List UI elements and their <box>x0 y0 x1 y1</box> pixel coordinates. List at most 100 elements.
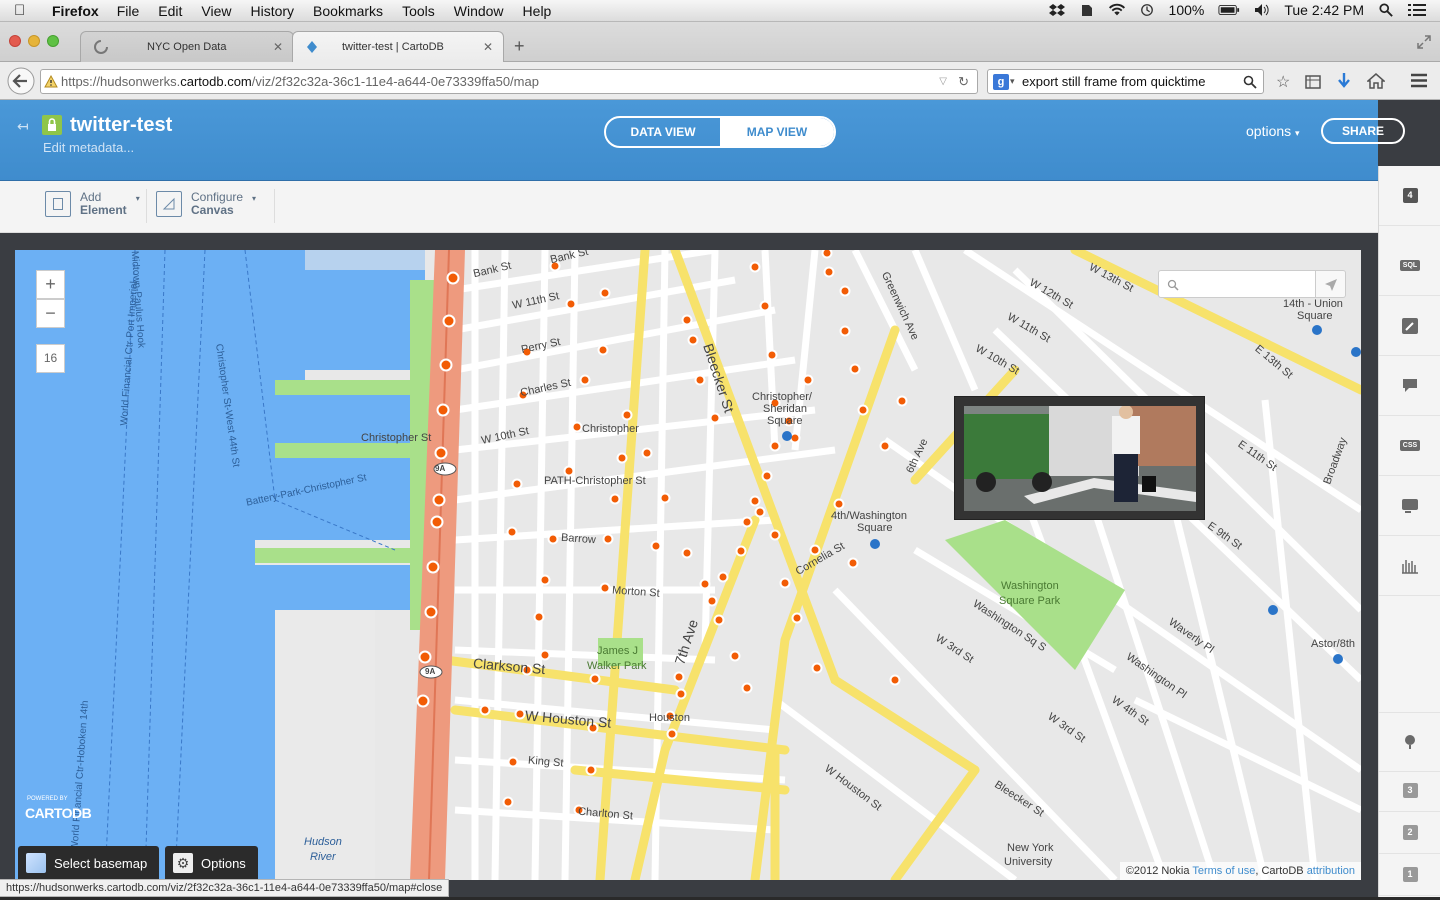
dropdown-arrow-icon[interactable]: ▽ <box>939 70 947 93</box>
gear-icon: ⚙ <box>173 853 193 873</box>
filters-button[interactable] <box>1379 536 1440 596</box>
add-element-label: Add Element <box>80 190 127 217</box>
warning-icon[interactable] <box>44 75 58 88</box>
tab-nyc-open-data[interactable]: NYC Open Data ✕ <box>80 31 294 62</box>
speech-bubble-icon <box>1403 379 1417 392</box>
lock-icon[interactable] <box>42 115 62 135</box>
menu-edit[interactable]: Edit <box>158 3 182 19</box>
fullscreen-icon[interactable] <box>1416 34 1432 50</box>
sql-button[interactable]: SQL <box>1379 236 1440 296</box>
home-icon[interactable] <box>1367 72 1385 89</box>
layer-2-tab[interactable]: 2 <box>1379 812 1440 854</box>
visualization-title[interactable]: twitter-test <box>70 114 172 137</box>
toolbar-divider <box>146 189 147 223</box>
chevron-down-icon: ▾ <box>1295 128 1300 138</box>
layer-count-badge: 4 <box>1402 188 1418 203</box>
menu-file[interactable]: File <box>117 3 140 19</box>
spotlight-icon[interactable] <box>1378 3 1394 17</box>
downloads-icon[interactable] <box>1337 72 1351 90</box>
back-to-dashboard-icon[interactable]: ↤ <box>17 118 29 135</box>
layer-3-tab[interactable]: 3 <box>1379 770 1440 812</box>
map-view-tab[interactable]: MAP VIEW <box>720 118 834 146</box>
menu-help[interactable]: Help <box>523 3 552 19</box>
bookmark-star-icon[interactable]: ☆ <box>1276 72 1290 92</box>
add-element-button[interactable]: Add Element ▾ <box>45 191 140 217</box>
histogram-icon <box>1402 559 1418 574</box>
bookmarks-menu-icon[interactable] <box>1305 74 1321 89</box>
attribution-link[interactable]: attribution <box>1307 865 1355 877</box>
configure-canvas-icon <box>156 191 182 217</box>
google-icon[interactable]: g <box>993 74 1009 90</box>
close-tab-icon[interactable]: ✕ <box>483 40 493 54</box>
evernote-icon[interactable] <box>1079 3 1095 17</box>
add-layer-button[interactable] <box>1379 712 1440 772</box>
infowindow-button[interactable] <box>1379 356 1440 416</box>
reload-icon[interactable]: ↻ <box>958 70 969 93</box>
search-bar[interactable]: g ▾ export still frame from quicktime <box>987 69 1264 94</box>
menubar-clock[interactable]: Tue 2:42 PM <box>1284 2 1364 18</box>
data-view-tab[interactable]: DATA VIEW <box>606 118 720 146</box>
legends-button[interactable] <box>1379 476 1440 536</box>
menu-bookmarks[interactable]: Bookmarks <box>313 3 383 19</box>
close-tab-icon[interactable]: ✕ <box>273 40 283 54</box>
window-zoom-button[interactable] <box>47 35 59 47</box>
layer-1-tab[interactable]: 1 <box>1379 854 1440 896</box>
layer-badge: 3 <box>1402 783 1418 798</box>
map-pin-icon <box>1405 735 1415 749</box>
css-button[interactable]: CSS <box>1379 416 1440 476</box>
map-search-input[interactable] <box>1158 270 1316 298</box>
cartodb-logo: POWERED BY CARTODB <box>25 796 92 821</box>
window-minimize-button[interactable] <box>28 35 40 47</box>
dropbox-icon[interactable] <box>1048 3 1065 17</box>
map-options-button[interactable]: ⚙ Options <box>165 846 258 880</box>
options-menu[interactable]: options ▾ <box>1246 123 1300 139</box>
layer-badge: 2 <box>1402 825 1418 840</box>
map-options-label: Options <box>201 855 246 871</box>
video-frame-image <box>964 406 1196 511</box>
search-input[interactable]: export still frame from quicktime <box>1022 74 1206 89</box>
configure-canvas-label: Configure Canvas <box>191 190 244 217</box>
tab-twitter-test[interactable]: twitter-test | CartoDB ✕ <box>292 31 504 62</box>
volume-icon[interactable] <box>1254 3 1270 17</box>
right-tool-panel: 4 SQL CSS 3 2 1 <box>1378 166 1440 900</box>
apple-icon[interactable]:  <box>14 2 34 19</box>
notification-center-icon[interactable] <box>1408 3 1426 17</box>
map-attribution: ©2012 Nokia Terms of use, CartoDB attrib… <box>1119 862 1361 880</box>
cartodb-favicon <box>307 41 317 53</box>
map-search-submit-button[interactable] <box>1316 270 1346 298</box>
paint-brush-icon <box>1402 317 1418 334</box>
terms-of-use-link[interactable]: Terms of use <box>1192 865 1255 877</box>
window-close-button[interactable] <box>9 35 21 47</box>
zoom-in-button[interactable]: + <box>36 270 65 299</box>
tab-label: NYC Open Data <box>147 41 227 53</box>
sql-icon: SQL <box>1399 260 1421 271</box>
back-button[interactable] <box>6 66 36 96</box>
configure-canvas-button[interactable]: Configure Canvas ▾ <box>156 191 256 217</box>
map-canvas[interactable]: Bank St Bank St W 11th St Perry St Charl… <box>15 250 1361 880</box>
edit-metadata-link[interactable]: Edit metadata... <box>43 140 134 155</box>
map-basemap <box>15 250 1361 880</box>
select-basemap-button[interactable]: Select basemap <box>18 846 160 880</box>
battery-icon[interactable] <box>1218 3 1240 17</box>
app-menu-firefox[interactable]: Firefox <box>52 3 99 19</box>
search-icon[interactable] <box>1243 75 1257 89</box>
new-tab-button[interactable]: + <box>514 36 525 57</box>
share-button[interactable]: SHARE <box>1321 118 1405 144</box>
video-still-overlay[interactable] <box>954 396 1205 520</box>
browser-nav-bar: https://hudsonwerks.cartodb.com/viz/2f32… <box>0 62 1440 100</box>
menu-tools[interactable]: Tools <box>402 3 435 19</box>
search-icon <box>1167 279 1179 291</box>
zoom-out-button[interactable]: − <box>36 299 65 328</box>
menu-window[interactable]: Window <box>454 3 504 19</box>
layers-count-button[interactable]: 4 <box>1379 166 1440 226</box>
menu-history[interactable]: History <box>250 3 294 19</box>
hamburger-menu-icon[interactable] <box>1410 73 1428 88</box>
engine-dropdown-icon[interactable]: ▾ <box>1010 70 1015 93</box>
time-machine-icon[interactable] <box>1139 3 1155 17</box>
legend-icon <box>1402 498 1418 513</box>
select-basemap-label: Select basemap <box>54 855 148 871</box>
menu-view[interactable]: View <box>201 3 231 19</box>
wizard-button[interactable] <box>1379 296 1440 356</box>
url-bar[interactable]: https://hudsonwerks.cartodb.com/viz/2f32… <box>40 69 978 94</box>
wifi-icon[interactable] <box>1108 3 1125 17</box>
